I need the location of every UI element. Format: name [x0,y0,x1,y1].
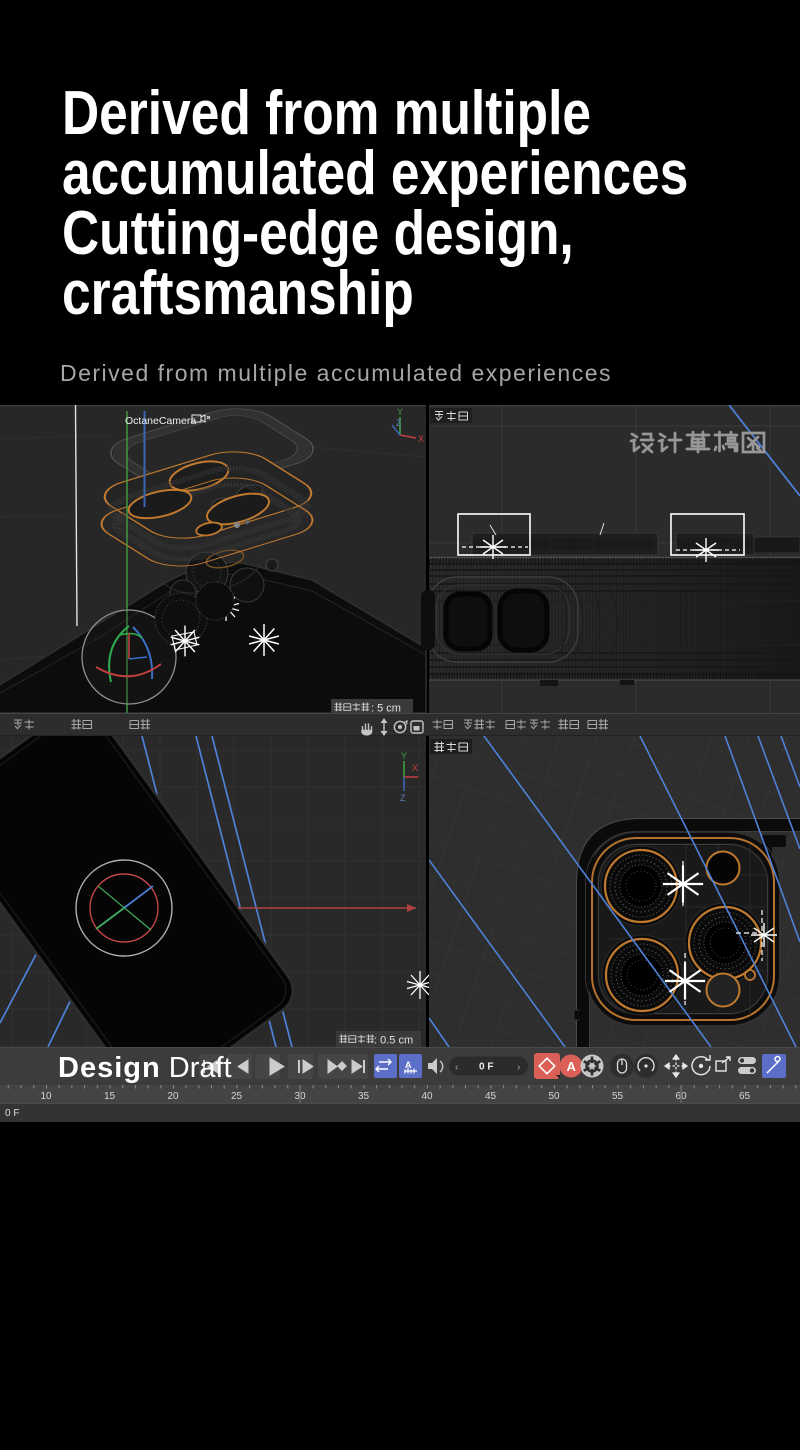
svg-text:X: X [412,763,418,773]
svg-text:‹: ‹ [455,1062,458,1073]
svg-text:: 0.5 cm: : 0.5 cm [374,1035,413,1047]
svg-text:25: 25 [231,1091,243,1102]
svg-text:50: 50 [548,1091,560,1102]
svg-text:Z: Z [400,793,406,803]
svg-text:A: A [567,1059,577,1074]
svg-text:45: 45 [485,1091,497,1102]
svg-text:0 F: 0 F [479,1062,493,1073]
svg-text:0 F: 0 F [5,1108,19,1119]
svg-text:OctaneCamera: OctaneCamera [125,415,196,427]
svg-text:55: 55 [612,1091,624,1102]
svg-text:10: 10 [40,1091,52,1102]
svg-text:: 5 cm: : 5 cm [371,703,401,715]
svg-text:35: 35 [358,1091,370,1102]
svg-text:Y: Y [397,407,403,417]
svg-text:Y: Y [401,751,407,761]
svg-text:›: › [517,1062,520,1073]
svg-text:15: 15 [104,1091,116,1102]
svg-text:20: 20 [167,1091,179,1102]
svg-text:Z: Z [396,418,402,428]
svg-text:65: 65 [739,1091,751,1102]
svg-text:X: X [418,434,424,444]
svg-text:40: 40 [421,1091,433,1102]
